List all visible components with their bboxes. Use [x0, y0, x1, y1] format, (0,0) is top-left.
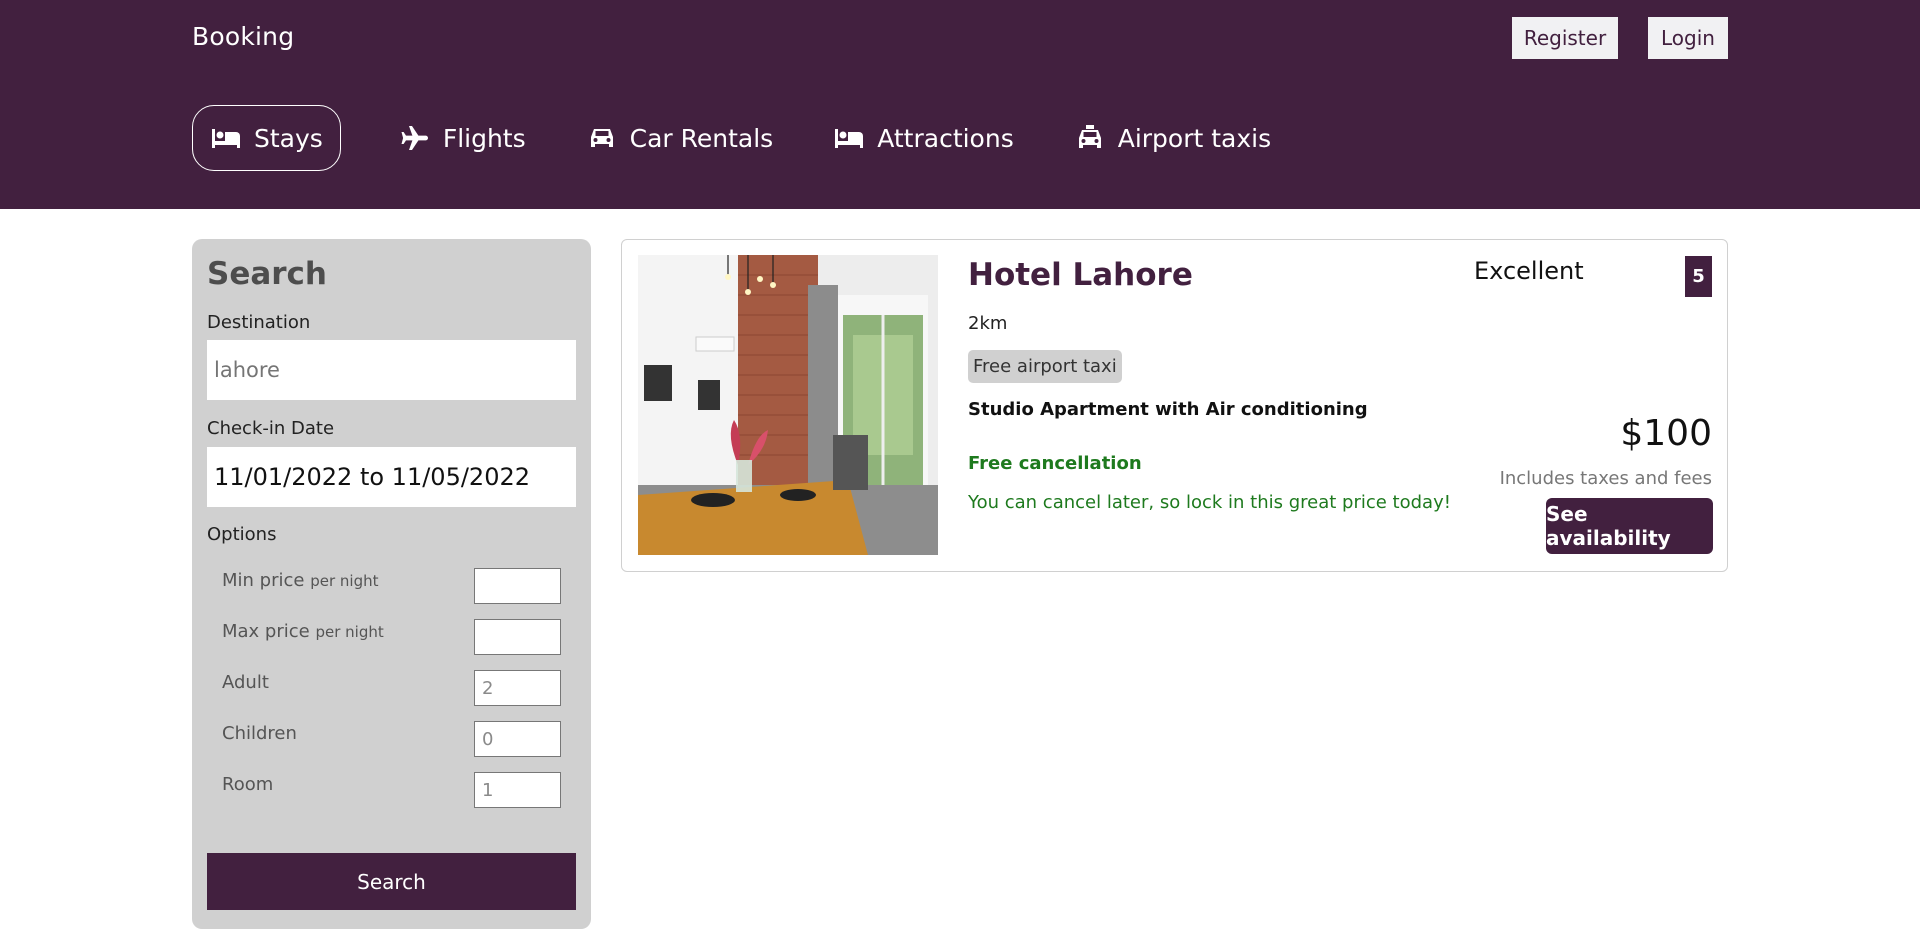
cancellation-title: Free cancellation [968, 453, 1142, 474]
category-nav: Stays Flights Car Rentals Attractions Ai… [192, 105, 1331, 171]
destination-label: Destination [207, 312, 311, 333]
destination-input[interactable]: lahore [207, 340, 576, 400]
nav-label-attractions: Attractions [877, 123, 1014, 153]
distance-text: 2km [968, 313, 1008, 334]
search-title: Search [207, 256, 328, 292]
room-type: Studio Apartment with Air conditioning [968, 399, 1368, 420]
checkin-date-input[interactable]: 11/01/2022 to 11/05/2022 [207, 447, 576, 507]
room-input[interactable]: 1 [474, 772, 561, 808]
hotel-result-card: Hotel Lahore 2km Free airport taxi Studi… [621, 239, 1728, 572]
option-room: Room 1 [222, 772, 561, 810]
nav-label-car-rentals: Car Rentals [629, 123, 774, 153]
option-max-price: Max price per night [222, 619, 561, 657]
register-button[interactable]: Register [1512, 17, 1618, 59]
nav-label-flights: Flights [442, 123, 526, 153]
nav-label-stays: Stays [254, 123, 323, 153]
taxi-badge: Free airport taxi [968, 350, 1122, 383]
nav-item-airport-taxis[interactable]: Airport taxis [1074, 105, 1271, 171]
nav-label-airport-taxis: Airport taxis [1117, 123, 1272, 153]
option-label: Adult [222, 672, 269, 693]
option-adult: Adult 2 [222, 670, 561, 708]
brand-logo[interactable]: Booking [192, 22, 294, 51]
price: $100 [1620, 413, 1712, 454]
min-price-input[interactable] [474, 568, 561, 604]
search-button[interactable]: Search [207, 853, 576, 910]
nav-item-flights[interactable]: Flights [399, 105, 526, 171]
cancellation-subtitle: You can cancel later, so lock in this gr… [968, 492, 1451, 513]
taxi-icon [1074, 124, 1106, 152]
taxes-note: Includes taxes and fees [1499, 468, 1712, 489]
plane-icon [399, 124, 431, 152]
rating-text: Excellent [1474, 257, 1584, 285]
bed-icon [833, 124, 865, 152]
nav-item-attractions[interactable]: Attractions [833, 105, 1014, 171]
see-availability-button[interactable]: See availability [1546, 498, 1713, 554]
option-min-price: Min price per night [222, 568, 561, 606]
option-label: Max price per night [222, 621, 384, 642]
hotel-image[interactable] [638, 255, 938, 555]
car-icon [586, 124, 618, 152]
bed-icon [210, 124, 242, 152]
option-label: Children [222, 723, 297, 744]
adult-input[interactable]: 2 [474, 670, 561, 706]
option-label: Min price per night [222, 570, 379, 591]
option-children: Children 0 [222, 721, 561, 759]
children-input[interactable]: 0 [474, 721, 561, 757]
checkin-label: Check-in Date [207, 418, 335, 439]
options-label: Options [207, 524, 277, 545]
login-button[interactable]: Login [1648, 17, 1728, 59]
nav-item-car-rentals[interactable]: Car Rentals [586, 105, 774, 171]
rating-badge: 5 [1685, 256, 1712, 297]
search-panel: Search Destination lahore Check-in Date … [192, 239, 591, 929]
nav-item-stays[interactable]: Stays [192, 105, 341, 171]
top-header: Booking Register Login Stays Flights Car… [0, 0, 1920, 209]
hotel-name[interactable]: Hotel Lahore [968, 257, 1193, 293]
option-label: Room [222, 774, 274, 795]
max-price-input[interactable] [474, 619, 561, 655]
